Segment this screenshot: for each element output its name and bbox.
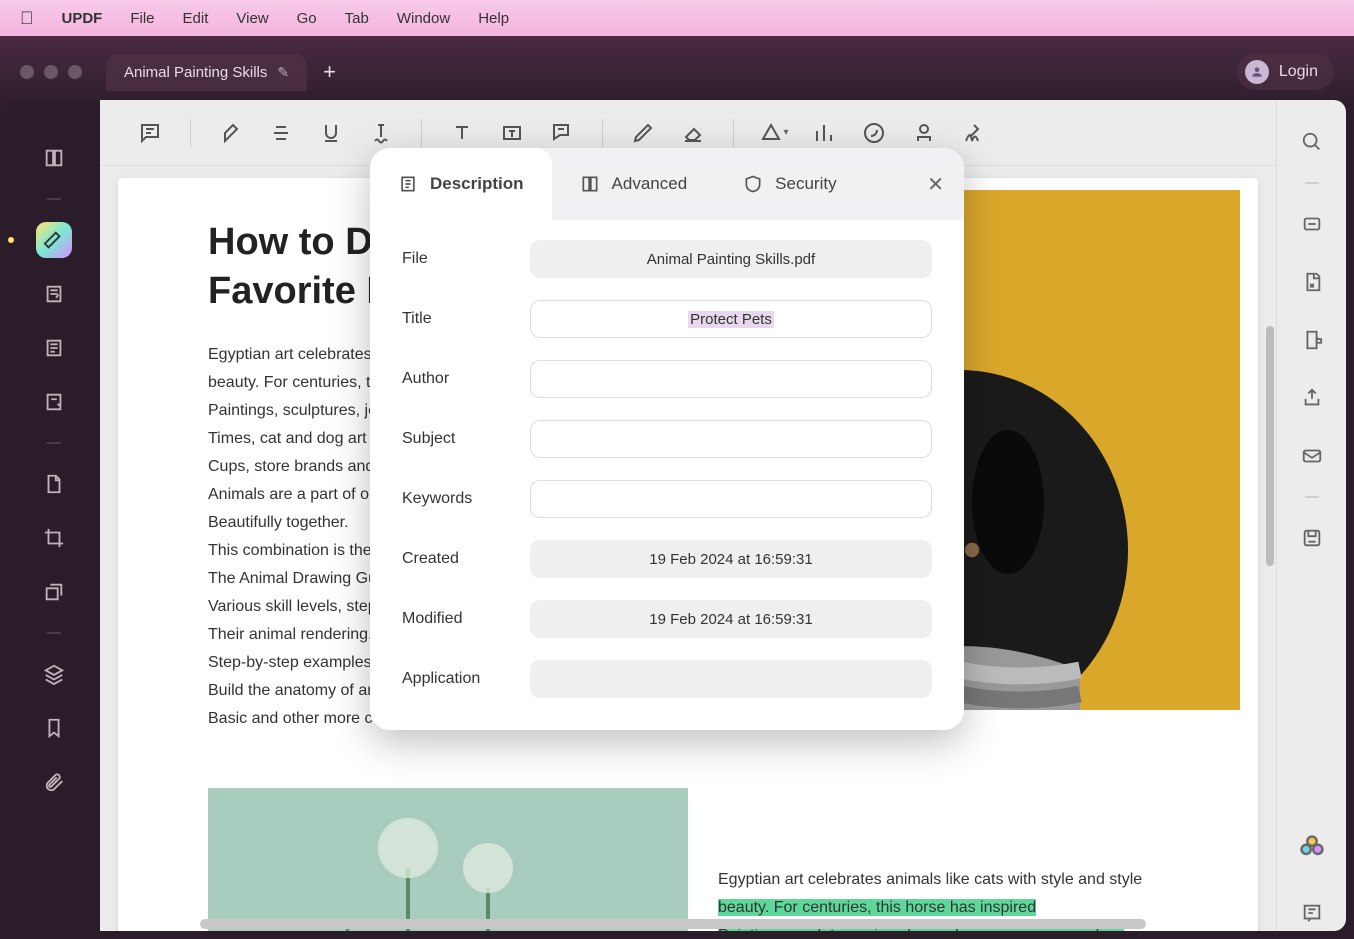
document-properties-modal: Description Advanced Security ✕ File Ani… <box>370 148 964 730</box>
tab-title: Animal Painting Skills <box>124 64 267 81</box>
sidebar-divider <box>1305 182 1319 184</box>
menu-view[interactable]: View <box>236 10 268 27</box>
tab-bar: Animal Painting Skills ✎ + Login <box>8 44 1346 100</box>
search-icon[interactable] <box>1294 124 1330 160</box>
right-sidebar <box>1276 100 1346 931</box>
field-label-title: Title <box>402 310 530 328</box>
field-label-modified: Modified <box>402 610 530 628</box>
menu-go[interactable]: Go <box>297 10 317 27</box>
comment-icon[interactable] <box>128 111 172 155</box>
window-controls <box>20 65 82 79</box>
modal-body: File Animal Painting Skills.pdf Title Pr… <box>370 220 964 730</box>
maximize-window-button[interactable] <box>68 65 82 79</box>
avatar-icon <box>1245 60 1269 84</box>
add-tab-button[interactable]: + <box>323 59 336 85</box>
menu-window[interactable]: Window <box>397 10 450 27</box>
field-label-file: File <box>402 250 530 268</box>
ocr-icon[interactable] <box>1294 206 1330 242</box>
author-input[interactable] <box>530 360 932 398</box>
sidebar-reader-icon[interactable] <box>36 140 72 176</box>
sidebar-bookmark-icon[interactable] <box>36 710 72 746</box>
notes-panel-icon[interactable] <box>1294 895 1330 931</box>
macos-menubar:  UPDF File Edit View Go Tab Window Help <box>0 0 1354 36</box>
menu-edit[interactable]: Edit <box>183 10 209 27</box>
save-icon[interactable] <box>1294 520 1330 556</box>
share-icon[interactable] <box>1294 380 1330 416</box>
sidebar-organize-icon[interactable] <box>36 466 72 502</box>
subject-input[interactable] <box>530 420 932 458</box>
menu-file[interactable]: File <box>130 10 154 27</box>
toolbar-divider <box>733 119 734 147</box>
login-label: Login <box>1279 63 1318 81</box>
application-value <box>530 660 932 698</box>
protect-icon[interactable] <box>1294 322 1330 358</box>
toolbar-divider <box>421 119 422 147</box>
sidebar-attachment-icon[interactable] <box>36 764 72 800</box>
sidebar-layers-icon[interactable] <box>36 656 72 692</box>
sidebar-highlight-icon[interactable] <box>36 222 72 258</box>
created-value: 19 Feb 2024 at 16:59:31 <box>530 540 932 578</box>
modified-value: 19 Feb 2024 at 16:59:31 <box>530 600 932 638</box>
menu-tab[interactable]: Tab <box>345 10 369 27</box>
field-label-created: Created <box>402 550 530 568</box>
horizontal-scrollbar[interactable] <box>200 919 1146 929</box>
convert-icon[interactable] <box>1294 264 1330 300</box>
ai-assistant-icon[interactable] <box>1294 829 1330 865</box>
sidebar-divider <box>47 632 61 634</box>
left-sidebar <box>8 100 100 931</box>
sidebar-divider <box>47 442 61 444</box>
sidebar-batch-icon[interactable] <box>36 574 72 610</box>
modal-tabs: Description Advanced Security ✕ <box>370 148 964 220</box>
sidebar-pages-icon[interactable] <box>36 330 72 366</box>
sidebar-crop-icon[interactable] <box>36 520 72 556</box>
underline-icon[interactable] <box>309 111 353 155</box>
field-label-application: Application <box>402 670 530 688</box>
minimize-window-button[interactable] <box>44 65 58 79</box>
login-button[interactable]: Login <box>1237 54 1334 90</box>
toolbar-divider <box>190 119 191 147</box>
document-tab[interactable]: Animal Painting Skills ✎ <box>106 54 307 91</box>
apple-logo-icon[interactable]:  <box>20 8 34 29</box>
highlight-icon[interactable] <box>209 111 253 155</box>
keywords-input[interactable] <box>530 480 932 518</box>
strikethrough-icon[interactable] <box>259 111 303 155</box>
plant-image <box>208 788 688 931</box>
field-label-subject: Subject <box>402 430 530 448</box>
title-input[interactable]: Protect Pets <box>530 300 932 338</box>
sidebar-divider <box>47 198 61 200</box>
sidebar-divider <box>1305 496 1319 498</box>
file-value: Animal Painting Skills.pdf <box>530 240 932 278</box>
tab-description[interactable]: Description <box>370 148 552 220</box>
edit-tab-icon[interactable]: ✎ <box>277 64 289 81</box>
menubar-app-name[interactable]: UPDF <box>62 10 103 27</box>
close-window-button[interactable] <box>20 65 34 79</box>
toolbar-divider <box>602 119 603 147</box>
email-icon[interactable] <box>1294 438 1330 474</box>
app-window: Animal Painting Skills ✎ + Login <box>0 36 1354 939</box>
close-modal-button[interactable]: ✕ <box>927 172 944 197</box>
vertical-scrollbar[interactable] <box>1266 326 1274 566</box>
sidebar-edit-text-icon[interactable] <box>36 276 72 312</box>
field-label-keywords: Keywords <box>402 490 530 508</box>
tab-advanced[interactable]: Advanced <box>552 148 716 220</box>
sidebar-form-icon[interactable] <box>36 384 72 420</box>
menu-help[interactable]: Help <box>478 10 509 27</box>
field-label-author: Author <box>402 370 530 388</box>
tab-security[interactable]: Security <box>715 148 864 220</box>
